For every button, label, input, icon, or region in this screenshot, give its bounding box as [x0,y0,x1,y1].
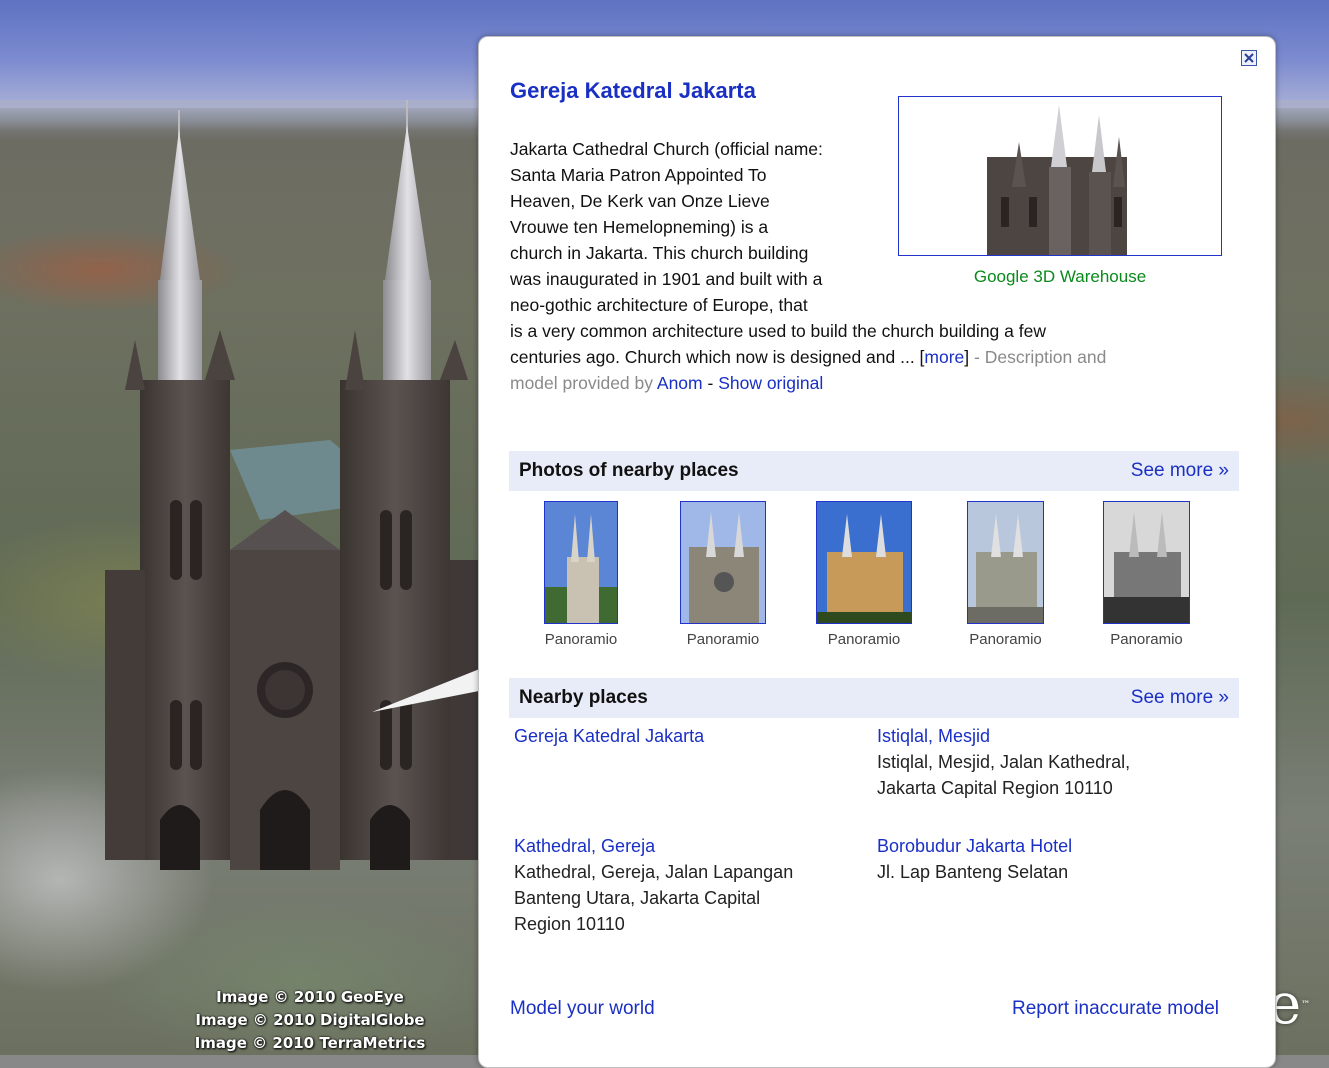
description-line: was inaugurated in 1901 and built with a [510,269,823,289]
description-line: Santa Maria Patron Appointed To [510,165,767,185]
photo-thumbnail[interactable]: Panoramio [544,501,618,648]
description-tail: centuries ago. Church which now is desig… [510,347,920,367]
description-line: model provided by Anom - Show original [510,370,1230,396]
description-line: Vrouwe ten Hemelopneming) is a [510,217,769,237]
photo-caption: Panoramio [1110,631,1183,648]
place-title: Gereja Katedral Jakarta [510,78,756,103]
place-link[interactable]: Istiqlal, Mesjid [877,723,1130,749]
photo-caption: Panoramio [969,631,1042,648]
photo-caption: Panoramio [544,631,618,648]
description-line: church in Jakarta. This church building [510,243,809,263]
photos-section-header: Photos of nearby places See more » [509,451,1239,491]
balloon-pointer [372,668,484,712]
photo-caption: Panoramio [686,631,760,648]
model-your-world-link[interactable]: Model your world [510,998,655,1020]
place-link[interactable]: Kathedral, Gereja [514,833,793,859]
photo-caption: Panoramio [827,631,901,648]
separator: - [969,347,985,367]
credit-line: Image © 2010 GeoEye [216,988,404,1006]
description-line: is a very common architecture used to bu… [510,321,1046,341]
description-line: Heaven, De Kerk van Onze Lieve [510,191,770,211]
credit-line: Image © 2010 DigitalGlobe [195,1011,425,1029]
see-more-places-link[interactable]: See more » [1131,687,1229,709]
place-link[interactable]: Borobudur Jakarta Hotel [877,833,1072,859]
photo-thumbnail[interactable]: Panoramio [816,501,912,648]
place-address-line: Banteng Utara, Jakarta Capital [514,888,761,908]
nearby-place: Gereja Katedral Jakarta [514,723,704,749]
place-address-line: Jl. Lap Banteng Selatan [877,862,1069,882]
show-original-link[interactable]: Show original [718,373,823,393]
place-address-line: Kathedral, Gereja, Jalan Lapangan [514,862,794,882]
see-more-photos-link[interactable]: See more » [1131,460,1229,482]
attribution-text: model provided by [510,373,653,393]
nearby-place: Borobudur Jakarta Hotel Jl. Lap Banteng … [877,833,1072,885]
google-logo-fragment: e™ [1268,972,1311,1037]
report-inaccurate-model-link[interactable]: Report inaccurate model [1012,998,1219,1020]
nearby-section-header: Nearby places See more » [509,678,1239,718]
author-link[interactable]: Anom [657,373,703,393]
place-address-line: Jakarta Capital Region 10110 [877,778,1113,798]
section-title: Photos of nearby places [519,460,739,481]
photo-thumbnail[interactable]: Panoramio [1103,501,1190,648]
photo-thumbnail[interactable]: Panoramio [680,501,766,648]
photo-thumbnail[interactable]: Panoramio [967,501,1044,648]
cathedral-3d-model[interactable] [100,80,490,870]
nearby-place: Kathedral, Gereja Kathedral, Gereja, Jal… [514,833,793,937]
credit-line: Image © 2010 TerraMetrics [194,1034,426,1052]
imagery-credits: Image © 2010 GeoEye Image © 2010 Digital… [180,986,440,1055]
description-line: centuries ago. Church which now is desig… [510,347,1107,367]
description: Jakarta Cathedral Church (official name:… [510,136,1230,396]
separator: - [702,373,719,393]
place-address-line: Istiqlal, Mesjid, Jalan Kathedral, [877,752,1131,772]
nearby-place: Istiqlal, Mesjid Istiqlal, Mesjid, Jalan… [877,723,1130,801]
close-icon[interactable] [1241,50,1257,66]
section-title: Nearby places [519,687,648,708]
description-line: neo-gothic architecture of Europe, that [510,295,808,315]
place-address-line: Region 10110 [514,914,625,934]
place-link[interactable]: Gereja Katedral Jakarta [514,723,704,749]
description-line: Jakarta Cathedral Church (official name: [510,139,823,159]
more-link[interactable]: more [924,347,964,367]
attribution-prefix: Description and [984,347,1107,367]
